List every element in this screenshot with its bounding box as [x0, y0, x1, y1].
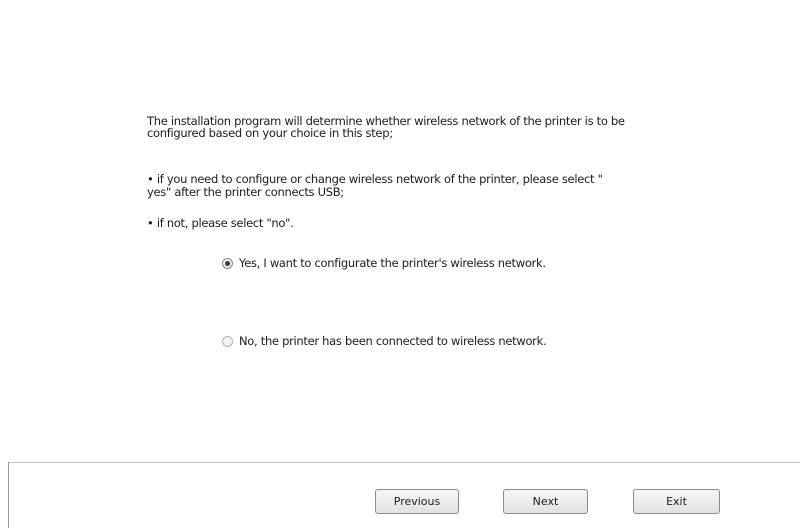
bullet-no: • if not, please select "no". [147, 216, 294, 230]
next-button[interactable]: Next [503, 489, 588, 514]
content-panel: The installation program will determine … [0, 0, 800, 462]
radio-button-no[interactable] [222, 335, 233, 347]
previous-button[interactable]: Previous [375, 489, 459, 514]
bullet-configure-line-1: • if you need to configure or change wir… [147, 172, 603, 186]
radio-label-yes[interactable]: Yes, I want to configurate the printer's… [239, 256, 546, 270]
radio-option-no[interactable]: No, the printer has been connected to wi… [222, 334, 547, 348]
radio-label-no[interactable]: No, the printer has been connected to wi… [239, 334, 547, 348]
intro-text-line-2: configured based on your choice in this … [147, 126, 393, 140]
bullet-configure-line-2: yes" after the printer connects USB; [147, 185, 344, 199]
radio-button-yes[interactable] [222, 257, 233, 269]
exit-button[interactable]: Exit [633, 489, 720, 514]
radio-option-yes[interactable]: Yes, I want to configurate the printer's… [222, 256, 546, 270]
installer-window: The installation program will determine … [0, 0, 800, 528]
